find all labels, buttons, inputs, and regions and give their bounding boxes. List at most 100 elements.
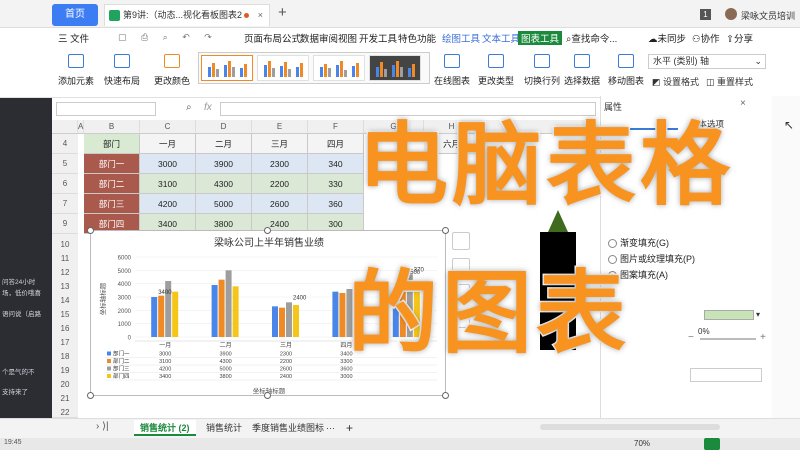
table-cell[interactable]: 3900 [196,154,252,174]
table-value[interactable]: 3800 [219,374,231,380]
table-cell[interactable]: 360 [308,194,364,214]
resize-handle[interactable] [442,392,449,399]
corner-cell[interactable] [52,120,78,134]
table-value[interactable]: 2200 [280,359,292,365]
add-element-button[interactable]: 添加元素 [56,54,96,92]
chart-style-gallery[interactable] [198,52,430,84]
share-button[interactable]: ⇪分享 [726,31,753,45]
table-cell[interactable]: 2200 [252,174,308,194]
table-cell[interactable]: 2300 [252,154,308,174]
table-cell[interactable]: 4200 [140,194,196,214]
row-header[interactable]: 4 [52,134,78,154]
menu-special[interactable]: 特色功能 [398,31,436,45]
row-header[interactable]: 5 [52,154,78,174]
reset-style-button[interactable]: ◫ 重置样式 [706,75,753,88]
table-header-cell[interactable]: 四月 [308,134,364,154]
horizontal-scrollbar[interactable] [540,424,720,430]
data-label[interactable]: 2400 [293,295,307,301]
legend-key[interactable] [107,366,111,371]
select-data-button[interactable]: 选择数据 [562,54,602,92]
menu-review[interactable]: 审阅 [319,31,338,45]
tab-home[interactable]: 首页 [52,4,98,26]
bar[interactable] [286,302,292,337]
table-value[interactable]: 2300 [280,352,292,358]
table-value[interactable]: 3000 [159,352,171,358]
sheet-tab-active[interactable]: 销售统计 (2) [134,420,196,436]
bar[interactable] [332,291,339,337]
table-cell[interactable]: 2600 [252,194,308,214]
bar[interactable] [211,285,218,337]
resize-handle[interactable] [264,227,271,234]
row-header[interactable]: 9 [52,214,78,234]
table-value[interactable]: 2400 [280,374,292,380]
change-color-button[interactable]: 更改颜色 [152,54,192,92]
x-category-label[interactable]: 一月 [159,342,171,349]
chevron-down-icon[interactable]: ▾ [756,310,760,319]
bar[interactable] [272,306,278,337]
chart-element-select[interactable]: 水平 (类别) 轴 ⌄ [648,54,766,69]
transparency-value[interactable]: 0% [698,327,710,336]
menu-chart-tool[interactable]: 图表工具 [518,31,563,45]
legend-label[interactable]: 部门二 [113,357,130,365]
column-header[interactable]: E [252,120,308,134]
table-value[interactable]: 5000 [219,367,231,373]
table-value[interactable]: 3400 [159,374,171,380]
dept-cell[interactable]: 部门一 [84,154,140,174]
column-header[interactable]: C [140,120,196,134]
zoom-icon[interactable]: ⌕ [186,102,192,113]
sheet-tab[interactable]: 销售统计 [200,420,248,436]
y-tick-label[interactable]: 1000 [118,322,132,328]
sync-status[interactable]: ☁未同步 [648,31,686,45]
decrease-button[interactable]: − [688,332,694,343]
chart-style-thumb[interactable] [313,55,365,81]
transparency-slider[interactable] [700,338,756,340]
table-value[interactable]: 3100 [159,359,171,365]
legend-key[interactable] [107,374,111,378]
bar[interactable] [151,297,158,337]
bar[interactable] [279,307,285,337]
fx-icon[interactable]: fx [204,102,212,113]
menu-draw-tool[interactable]: 绘图工具 [442,31,480,45]
increase-button[interactable]: + [760,332,766,343]
online-chart-button[interactable]: 在线图表 [432,54,472,92]
table-value[interactable]: 3000 [340,374,352,380]
column-header[interactable]: D [196,120,252,134]
menu-view[interactable]: 视图 [338,31,357,45]
add-sheet-button[interactable]: + [340,420,359,436]
menu-dev-tools[interactable]: 开发工具 [359,31,397,45]
chart-title[interactable]: 梁咏公司上半年销售业绩 [214,236,324,249]
menu-page-layout[interactable]: 页面布局 [244,31,282,45]
table-value[interactable]: 2600 [280,367,292,373]
bar[interactable] [225,270,232,337]
menu-formula[interactable]: 公式 [282,31,301,45]
legend-key[interactable] [107,351,111,356]
close-icon[interactable]: × [740,98,746,109]
user-name[interactable]: 梁咏文员培训 [741,9,795,22]
switch-rowcol-button[interactable]: 切换行列 [522,54,562,92]
table-header-cell[interactable]: 一月 [140,134,196,154]
legend-label[interactable]: 部门三 [113,365,130,373]
row-header[interactable]: 7 [52,194,78,214]
chart-elements-icon[interactable] [452,232,470,250]
menu-file[interactable]: 三 文件 [58,31,89,45]
y-tick-label[interactable]: 5000 [118,269,132,275]
chart-style-thumb[interactable] [201,55,253,81]
table-value[interactable]: 4200 [159,367,171,373]
resize-handle[interactable] [264,392,271,399]
data-label[interactable]: 3400 [158,290,172,296]
collab-button[interactable]: ⚇协作 [692,31,720,45]
gradient-fill-option[interactable]: 渐变填充(G) [608,236,669,249]
tab-document[interactable]: 第9讲:（动态...视化看板图表2 × [104,4,270,26]
move-chart-button[interactable]: 移动图表 [606,54,646,92]
table-cell[interactable]: 330 [308,174,364,194]
close-icon[interactable]: × [258,5,263,25]
y-tick-label[interactable]: 4000 [118,282,132,288]
column-header[interactable]: F [308,120,364,134]
bar[interactable] [232,286,239,337]
table-cell[interactable]: 340 [308,154,364,174]
x-category-label[interactable]: 二月 [220,342,232,349]
y-axis-title[interactable]: 坐标轴标题 [98,282,107,315]
x-category-label[interactable]: 三月 [280,342,292,349]
name-box[interactable] [56,102,156,116]
table-cell[interactable]: 5000 [196,194,252,214]
